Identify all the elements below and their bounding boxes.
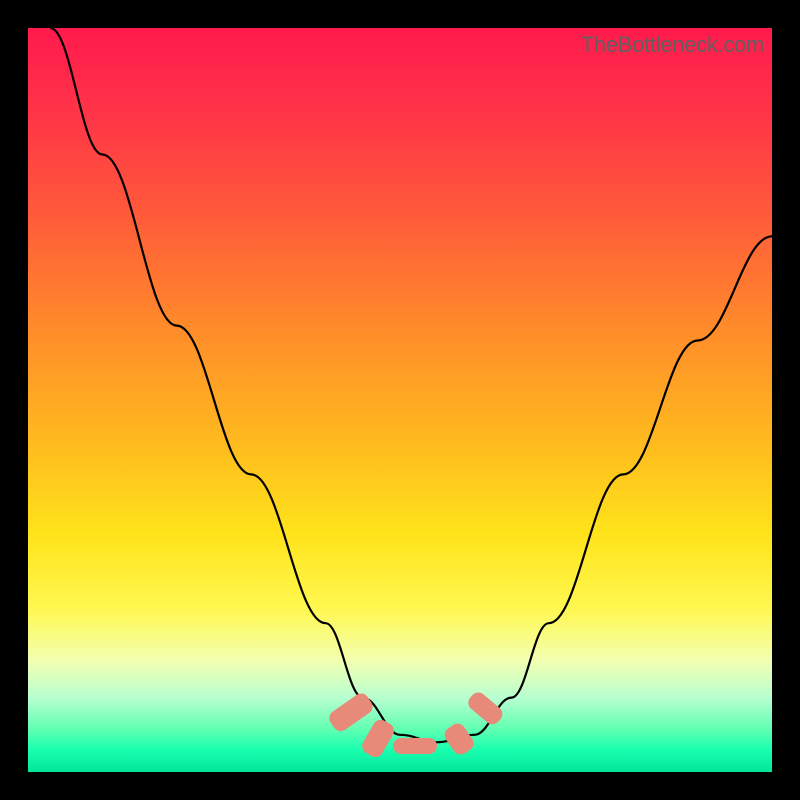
curve-markers	[28, 28, 772, 772]
trough-marker	[442, 720, 477, 757]
trough-marker	[465, 690, 505, 728]
trough-marker	[359, 717, 397, 760]
trough-marker	[327, 691, 376, 735]
trough-marker	[393, 738, 438, 754]
watermark-text: TheBottleneck.com	[581, 32, 764, 58]
